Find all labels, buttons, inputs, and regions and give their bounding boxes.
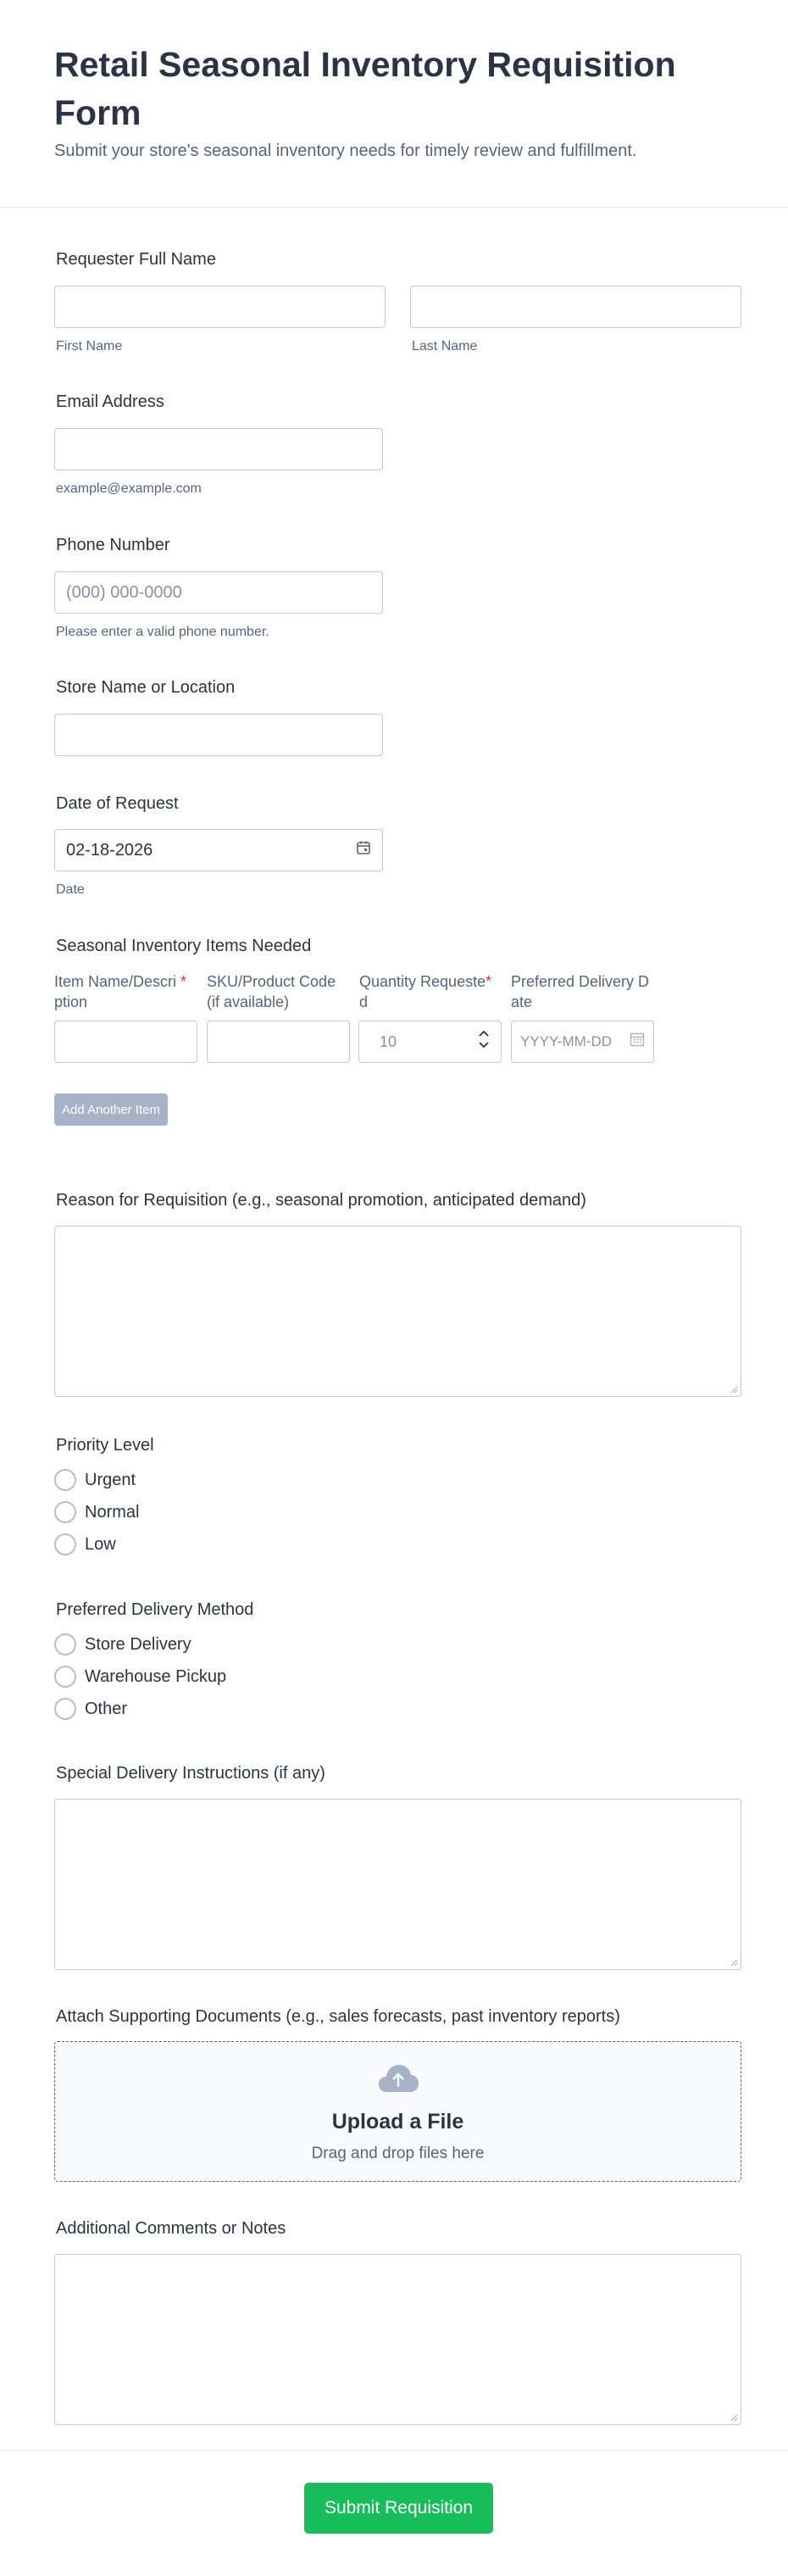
delivery-option-label: Other	[85, 1699, 128, 1718]
form-subtitle: Submit your store's seasonal inventory n…	[54, 142, 637, 160]
attach-label: Attach Supporting Documents (e.g., sales…	[56, 2007, 620, 2026]
calendar-icon[interactable]	[630, 1032, 645, 1052]
column-delivery-date: Preferred Delivery D ate	[511, 971, 655, 1012]
radio-button[interactable]	[54, 1533, 76, 1555]
first-name-sublabel: First Name	[56, 339, 123, 353]
calendar-icon[interactable]	[356, 840, 371, 860]
required-mark: *	[180, 973, 187, 990]
date-sublabel: Date	[56, 882, 85, 897]
column-quantity: Quantity Requeste* d	[359, 971, 503, 1012]
date-label: Date of Request	[56, 794, 179, 813]
priority-option-normal[interactable]: Normal	[54, 1501, 139, 1523]
priority-option-low[interactable]: Low	[54, 1533, 116, 1555]
delivery-method-label: Preferred Delivery Method	[56, 1600, 254, 1619]
column-item-name-line2: ption	[54, 993, 88, 1010]
full-name-label: Requester Full Name	[56, 250, 216, 269]
date-input[interactable]: 02-18-2026	[54, 829, 383, 871]
phone-sublabel: Please enter a valid phone number.	[56, 625, 269, 639]
column-sku: SKU/Product Code (if available)	[207, 971, 351, 1012]
column-sku-line1: SKU/Product Code	[207, 973, 336, 990]
priority-label: Priority Level	[56, 1436, 154, 1455]
reason-label: Reason for Requisition (e.g., seasonal p…	[56, 1191, 586, 1210]
column-delivery-date-line1: Preferred Delivery D	[511, 973, 650, 990]
column-quantity-line2: d	[359, 993, 369, 1010]
radio-button[interactable]	[54, 1501, 76, 1523]
email-input[interactable]	[54, 428, 383, 470]
quantity-placeholder: 10	[380, 1032, 397, 1050]
instructions-textarea[interactable]	[54, 1799, 741, 1970]
column-item-name-line1: Item Name/Descri	[54, 973, 177, 990]
resize-grip-icon[interactable]	[730, 1958, 738, 1967]
cloud-upload-icon	[378, 2065, 419, 2092]
submit-button[interactable]: Submit Requisition	[304, 2483, 493, 2534]
delivery-date-input[interactable]: YYYY-MM-DD	[511, 1021, 654, 1063]
column-delivery-date-line2: ate	[511, 993, 533, 1010]
delivery-date-placeholder: YYYY-MM-DD	[520, 1033, 612, 1049]
upload-title: Upload a File	[331, 2110, 464, 2134]
delivery-option-warehouse[interactable]: Warehouse Pickup	[54, 1666, 226, 1688]
last-name-input[interactable]	[410, 286, 741, 328]
comments-textarea[interactable]	[54, 2254, 741, 2425]
radio-button[interactable]	[54, 1633, 76, 1655]
delivery-option-store[interactable]: Store Delivery	[54, 1633, 191, 1655]
upload-subtitle: Drag and drop files here	[311, 2145, 485, 2162]
priority-option-label: Low	[85, 1534, 116, 1554]
date-value: 02-18-2026	[66, 840, 153, 860]
form-header: Retail Seasonal Inventory Requisition Fo…	[0, 0, 788, 208]
store-input[interactable]	[54, 714, 383, 756]
item-name-input[interactable]	[54, 1021, 197, 1063]
email-sublabel: example@example.com	[56, 481, 202, 496]
resize-grip-icon[interactable]	[730, 2413, 738, 2422]
required-mark: *	[486, 973, 492, 990]
priority-option-urgent[interactable]: Urgent	[54, 1469, 136, 1491]
radio-button[interactable]	[54, 1666, 76, 1688]
instructions-label: Special Delivery Instructions (if any)	[56, 1764, 325, 1783]
items-label: Seasonal Inventory Items Needed	[56, 937, 312, 955]
sku-input[interactable]	[207, 1021, 350, 1063]
reason-textarea[interactable]	[54, 1226, 741, 1397]
store-label: Store Name or Location	[56, 678, 236, 697]
first-name-input[interactable]	[54, 286, 386, 328]
phone-input[interactable]: (000) 000-0000	[54, 571, 383, 614]
delivery-option-other[interactable]: Other	[54, 1698, 127, 1720]
column-quantity-line1: Quantity Requeste	[359, 973, 486, 990]
add-item-button[interactable]: Add Another Item	[54, 1093, 168, 1126]
resize-grip-icon[interactable]	[730, 1385, 738, 1394]
quantity-stepper[interactable]: 10	[358, 1021, 502, 1063]
stepper-arrows-icon[interactable]	[478, 1028, 490, 1055]
radio-button[interactable]	[54, 1698, 76, 1720]
radio-button[interactable]	[54, 1469, 76, 1491]
form-title: Retail Seasonal Inventory Requisition Fo…	[54, 45, 676, 132]
email-label: Email Address	[56, 392, 164, 411]
column-sku-line2: (if available)	[207, 993, 290, 1010]
delivery-option-label: Store Delivery	[85, 1634, 191, 1654]
priority-option-label: Normal	[85, 1502, 140, 1522]
phone-placeholder: (000) 000-0000	[66, 582, 182, 602]
file-upload-dropzone[interactable]: Upload a File Drag and drop files here	[54, 2041, 741, 2182]
delivery-option-label: Warehouse Pickup	[85, 1666, 227, 1686]
comments-label: Additional Comments or Notes	[56, 2219, 286, 2238]
phone-label: Phone Number	[56, 536, 170, 554]
last-name-sublabel: Last Name	[412, 339, 478, 353]
priority-option-label: Urgent	[85, 1470, 136, 1489]
column-item-name: Item Name/Descri * ption	[54, 971, 198, 1012]
